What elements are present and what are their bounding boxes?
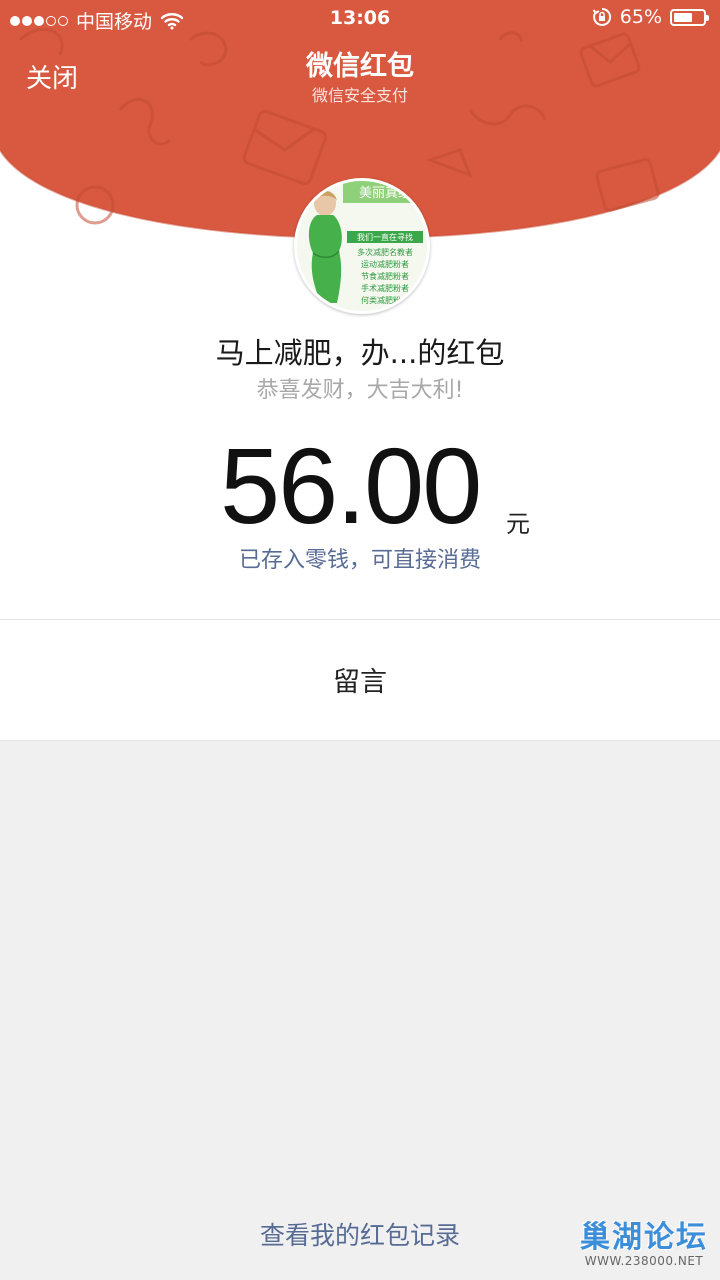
page-subtitle: 微信安全支付 [311, 86, 408, 105]
svg-text:手术减肥粉者: 手术减肥粉者 [361, 283, 409, 293]
currency-unit: 元 [506, 510, 530, 538]
svg-text:多次减肥名教者: 多次减肥名教者 [357, 247, 413, 257]
saved-to-balance-link[interactable]: 已存入零钱，可直接消费 [0, 542, 720, 574]
watermark-url: WWW.238000.NET [584, 1254, 704, 1268]
amount-value: 56.00 [220, 425, 482, 546]
rotation-lock-icon [592, 7, 611, 26]
greeting-text: 恭喜发财，大吉大利! [256, 378, 464, 403]
svg-text:我们一直在寻找: 我们一直在寻找 [357, 232, 413, 242]
battery-level-fill [674, 12, 692, 22]
battery-icon [670, 8, 709, 26]
watermark-logo: 巢湖论坛 [580, 1220, 708, 1255]
amount-row: 56.00 元 [0, 426, 720, 546]
divider [0, 740, 720, 741]
svg-text:运动减肥粉者: 运动减肥粉者 [361, 259, 409, 269]
sender-name: 马上减肥，办...的红包 [215, 336, 505, 370]
watermark: 巢湖论坛 WWW.238000.NET [578, 1212, 710, 1268]
status-right: 65% [592, 6, 709, 28]
battery-percent: 65% [619, 6, 662, 28]
leave-message-button[interactable]: 留言 [0, 620, 720, 740]
sender-avatar[interactable]: 美丽真经 我们一直在寻找 多次减肥名教者 运动减肥粉者 节食减肥粉者 手术减肥粉… [294, 178, 430, 314]
page-title: 微信红包 [306, 51, 414, 82]
svg-text:节食减肥粉者: 节食减肥粉者 [361, 271, 409, 281]
status-bar: 中国移动 13:06 65% [0, 0, 720, 38]
